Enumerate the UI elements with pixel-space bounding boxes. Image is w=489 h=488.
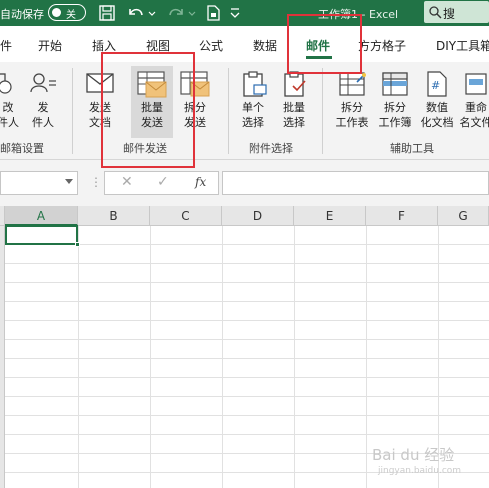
gridline — [5, 358, 489, 359]
highlight-mail-tab — [287, 14, 362, 74]
clipboard-icon — [243, 71, 267, 97]
watermark-url: jingyan.baidu.com — [378, 466, 462, 476]
sender-icon — [30, 73, 56, 93]
name-box-dropdown-icon[interactable] — [65, 179, 73, 184]
split-workbook-icon — [382, 72, 408, 96]
gridline — [5, 282, 489, 283]
single-select-label: 单个 选择 — [242, 101, 264, 129]
redo-icon[interactable] — [166, 4, 186, 22]
split-workbook-label: 拆分 工作簿 — [378, 101, 412, 129]
rename-file-label: 重命 名文件 — [459, 101, 489, 129]
document-icon[interactable] — [204, 4, 222, 22]
gridline — [5, 434, 489, 435]
sender-label: 发件人 — [32, 101, 54, 129]
recipient-icon — [0, 73, 12, 94]
tab-diy-tools[interactable]: DIY工具箱 — [436, 37, 489, 54]
gridline — [5, 415, 489, 416]
gridline — [222, 226, 223, 488]
gridline — [5, 301, 489, 302]
recipient-label: 改件人 — [0, 101, 19, 129]
gridline — [150, 226, 151, 488]
confirm-icon[interactable]: ✓ — [157, 174, 169, 190]
number-to-doc-button[interactable]: # 数值 化文档 — [418, 66, 456, 138]
batch-select-label: 批量 选择 — [283, 101, 305, 129]
gridline — [5, 339, 489, 340]
redo-dropdown-icon[interactable] — [188, 4, 196, 22]
gridline — [78, 226, 79, 488]
checklist-icon — [284, 71, 306, 97]
formula-input[interactable] — [222, 171, 489, 195]
fill-handle[interactable] — [75, 242, 80, 247]
gridline — [5, 320, 489, 321]
split-sheet-button[interactable]: 拆分 工作表 — [330, 66, 374, 138]
insert-function-icon[interactable]: fx — [195, 175, 206, 189]
tab-data[interactable]: 数据 — [253, 37, 277, 54]
formula-buttons: ✕ ✓ fx — [104, 171, 219, 195]
search-label: 搜 — [443, 7, 456, 21]
group-separator — [72, 68, 73, 154]
toggle-knob — [52, 8, 61, 17]
gridline — [5, 377, 489, 378]
ribbon: 改件人 发件人 邮箱设置 发送 文档 批量 发送 拆分 发送 邮件发送 单个 选… — [0, 62, 489, 160]
gridline — [366, 226, 367, 488]
row-headers[interactable] — [0, 226, 5, 488]
number-to-doc-label: 数值 化文档 — [420, 101, 454, 129]
tab-formulas[interactable]: 公式 — [199, 37, 223, 54]
undo-dropdown-icon[interactable] — [148, 4, 156, 22]
recipient-button[interactable]: 改件人 — [0, 66, 22, 138]
split-sheet-icon — [339, 72, 366, 96]
group-separator — [228, 68, 229, 154]
gridline — [5, 396, 489, 397]
active-cell-a1[interactable] — [5, 225, 78, 245]
split-workbook-button[interactable]: 拆分 工作簿 — [375, 66, 415, 138]
rename-file-button[interactable]: 重命 名文件 — [458, 66, 489, 138]
title-bar: 自动保存 关 工作簿1 - Excel 搜 — [0, 0, 489, 26]
group-separator — [322, 68, 323, 154]
customize-toolbar-icon[interactable] — [228, 4, 242, 22]
watermark: Bai du 经验 jingyan.baidu.com — [372, 444, 482, 476]
column-header[interactable]: A — [5, 206, 78, 226]
autosave-state: 关 — [66, 10, 76, 21]
excel-window: { "titlebar": { "autosave_label": "自动保存"… — [0, 0, 489, 488]
search-icon — [429, 6, 442, 19]
watermark-brand: Bai du 经验 — [372, 446, 455, 464]
autosave-toggle[interactable]: 关 — [48, 4, 86, 21]
search-box[interactable]: 搜 — [424, 1, 489, 23]
number-document-icon: # — [427, 71, 447, 97]
column-header[interactable]: D — [222, 206, 294, 226]
autosave-label: 自动保存 — [0, 8, 44, 21]
undo-icon[interactable] — [126, 4, 146, 22]
split-sheet-label: 拆分 工作表 — [335, 101, 369, 129]
group-label-attach: 附件选择 — [249, 142, 293, 155]
single-select-button[interactable]: 单个 选择 — [234, 66, 272, 138]
column-header[interactable]: G — [438, 206, 489, 226]
svg-text:#: # — [431, 79, 440, 92]
cancel-icon[interactable]: ✕ — [121, 174, 133, 190]
column-header[interactable]: B — [78, 206, 150, 226]
save-icon[interactable] — [98, 4, 116, 22]
highlight-mail-send-group — [101, 52, 195, 168]
tab-file[interactable]: 件 — [0, 37, 12, 54]
column-header[interactable]: F — [366, 206, 438, 226]
tab-fangfang[interactable]: 方方格子 — [358, 37, 406, 54]
formula-bar: ⋮ ✕ ✓ fx — [0, 160, 489, 206]
name-box[interactable] — [0, 171, 78, 195]
ribbon-tabs: 件 开始 插入 视图 公式 数据 邮件 方方格子 DIY工具箱 — [0, 26, 489, 62]
formula-bar-grip: ⋮ — [90, 175, 102, 189]
batch-select-button[interactable]: 批量 选择 — [275, 66, 313, 138]
group-label-tools: 辅助工具 — [390, 142, 434, 155]
sender-button[interactable]: 发件人 — [25, 66, 61, 138]
rename-icon — [465, 73, 487, 95]
column-header[interactable]: C — [150, 206, 222, 226]
column-header[interactable]: E — [294, 206, 366, 226]
tab-home[interactable]: 开始 — [38, 37, 62, 54]
gridline — [5, 263, 489, 264]
gridline — [294, 226, 295, 488]
group-label-mailbox: 邮箱设置 — [0, 142, 44, 155]
